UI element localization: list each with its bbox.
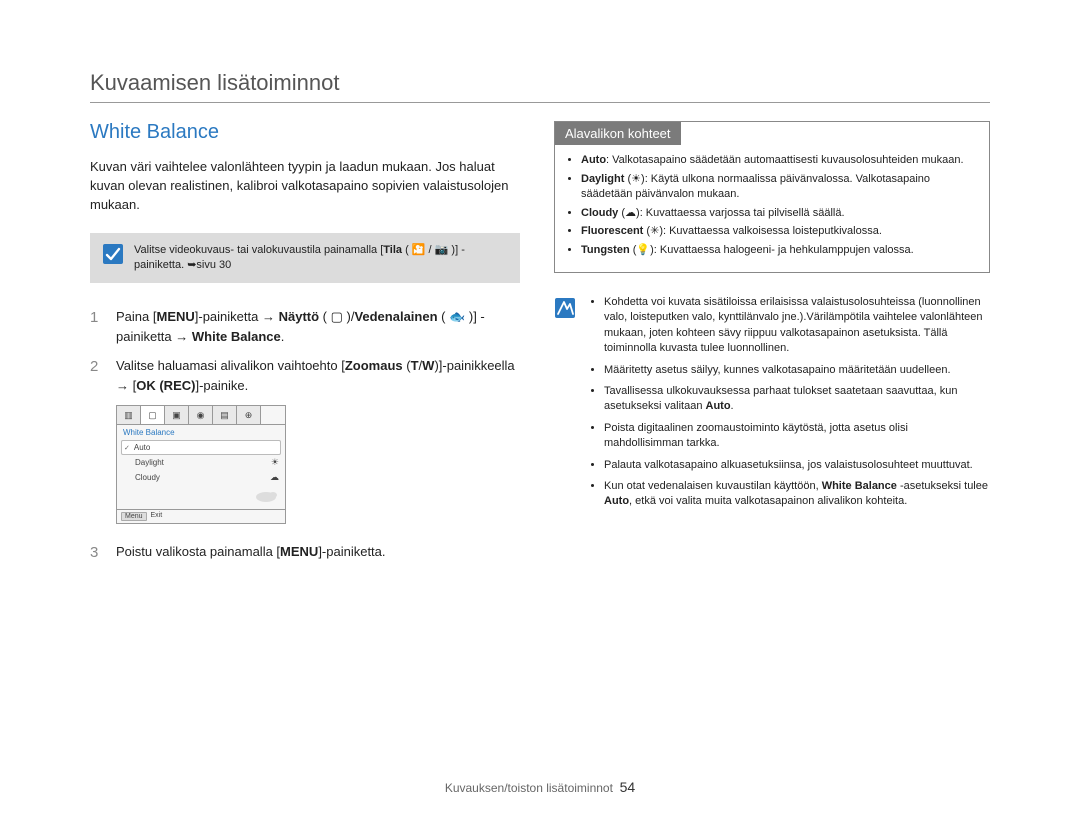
page-footer: Kuvauksen/toiston lisätoiminnot 54 (90, 749, 990, 795)
footer-section: Kuvauksen/toiston lisätoiminnot (445, 781, 613, 795)
page-divider (90, 102, 990, 103)
note-icon (102, 243, 124, 268)
figure-menu-btn: Menu (121, 512, 147, 521)
info-item: Poista digitaalinen zoomaustoiminto käyt… (604, 421, 990, 452)
figure-item-label: Auto (134, 443, 150, 452)
section-heading: White Balance (90, 121, 520, 144)
intro-text: Kuvan väri vaihtelee valonlähteen tyypin… (90, 158, 520, 215)
figure-item-auto: Auto (121, 440, 281, 455)
submenu-box: Alavalikon kohteet Auto: Valkotasapaino … (554, 121, 990, 273)
note-text: Valitse videokuvaus- tai valokuvaustila … (134, 243, 508, 274)
submenu-item: Daylight (☀): Käytä ulkona normaalissa p… (581, 172, 977, 202)
figure-title: White Balance (117, 425, 285, 440)
step-number: 1 (90, 307, 104, 346)
submenu-list: Auto: Valkotasapaino säädetään automaatt… (555, 145, 989, 272)
figure-tab: ▣ (165, 406, 189, 424)
steps-list-cont: 3 Poistu valikosta painamalla [MENU]-pai… (90, 542, 520, 565)
sun-icon (271, 457, 279, 468)
right-column: Alavalikon kohteet Auto: Valkotasapaino … (554, 121, 990, 749)
step-2: 2 Valitse haluamasi alivalikon vaihtoeht… (90, 356, 520, 395)
figure-tabs: ▥ ▢ ▣ ◉ ▤ ⊕ (117, 406, 285, 425)
steps-list: 1 Paina [MENU]-painiketta → Näyttö ( ▢ )… (90, 307, 520, 395)
step-1: 1 Paina [MENU]-painiketta → Näyttö ( ▢ )… (90, 307, 520, 346)
step-body: Poistu valikosta painamalla [MENU]-paini… (116, 542, 520, 565)
info-item: Kohdetta voi kuvata sisätiloissa erilais… (604, 295, 990, 357)
footer-page-number: 54 (620, 779, 636, 795)
figure-item-label: Daylight (135, 458, 164, 467)
figure-tab: ▥ (117, 406, 141, 424)
step-3: 3 Poistu valikosta painamalla [MENU]-pai… (90, 542, 520, 565)
left-column: White Balance Kuvan väri vaihtelee valon… (90, 121, 520, 749)
cloud-icon (270, 472, 279, 483)
info-item: Kun otat vedenalaisen kuvaustilan käyttö… (604, 479, 990, 510)
figure-item-label: Cloudy (135, 473, 160, 482)
info-item: Tavallisessa ulkokuvauksessa parhaat tul… (604, 384, 990, 415)
step-body: Paina [MENU]-painiketta → Näyttö ( ▢ )/V… (116, 307, 520, 346)
submenu-item: Fluorescent (✳): Kuvattaessa valkoisessa… (581, 224, 977, 239)
step-body: Valitse haluamasi alivalikon vaihtoehto … (116, 356, 520, 395)
figure-exit-label: Exit (151, 512, 163, 521)
submenu-item: Cloudy (☁): Kuvattaessa varjossa tai pil… (581, 206, 977, 221)
figure-tab-active: ▢ (141, 406, 165, 424)
figure-body: Auto Daylight Cloudy (117, 440, 285, 509)
step-number: 3 (90, 542, 104, 565)
figure-tab: ◉ (189, 406, 213, 424)
info-item: Palauta valkotasapaino alkuasetuksiinsa,… (604, 458, 990, 473)
figure-tab: ▤ (213, 406, 237, 424)
note-box: Valitse videokuvaus- tai valokuvaustila … (90, 233, 520, 284)
submenu-item: Tungsten (💡): Kuvattaessa halogeeni- ja … (581, 243, 977, 258)
check-icon (124, 443, 130, 452)
figure-item-daylight: Daylight (121, 455, 281, 470)
sea-creature-icon (251, 485, 281, 505)
content-columns: White Balance Kuvan väri vaihtelee valon… (90, 121, 990, 749)
figure-tab: ⊕ (237, 406, 261, 424)
submenu-header: Alavalikon kohteet (555, 122, 681, 145)
info-item: Määritetty asetus säilyy, kunnes valkota… (604, 363, 990, 378)
page-title: Kuvaamisen lisätoiminnot (90, 70, 990, 96)
info-list: Kohdetta voi kuvata sisätiloissa erilais… (604, 295, 990, 516)
figure-item-cloudy: Cloudy (121, 470, 281, 485)
submenu-item: Auto: Valkotasapaino säädetään automaatt… (581, 153, 977, 168)
step-number: 2 (90, 356, 104, 395)
figure-bottom-bar: Menu Exit (117, 509, 285, 523)
menu-figure: ▥ ▢ ▣ ◉ ▤ ⊕ White Balance Auto Daylight (116, 405, 286, 524)
info-icon (554, 297, 576, 322)
info-box: Kohdetta voi kuvata sisätiloissa erilais… (554, 295, 990, 516)
